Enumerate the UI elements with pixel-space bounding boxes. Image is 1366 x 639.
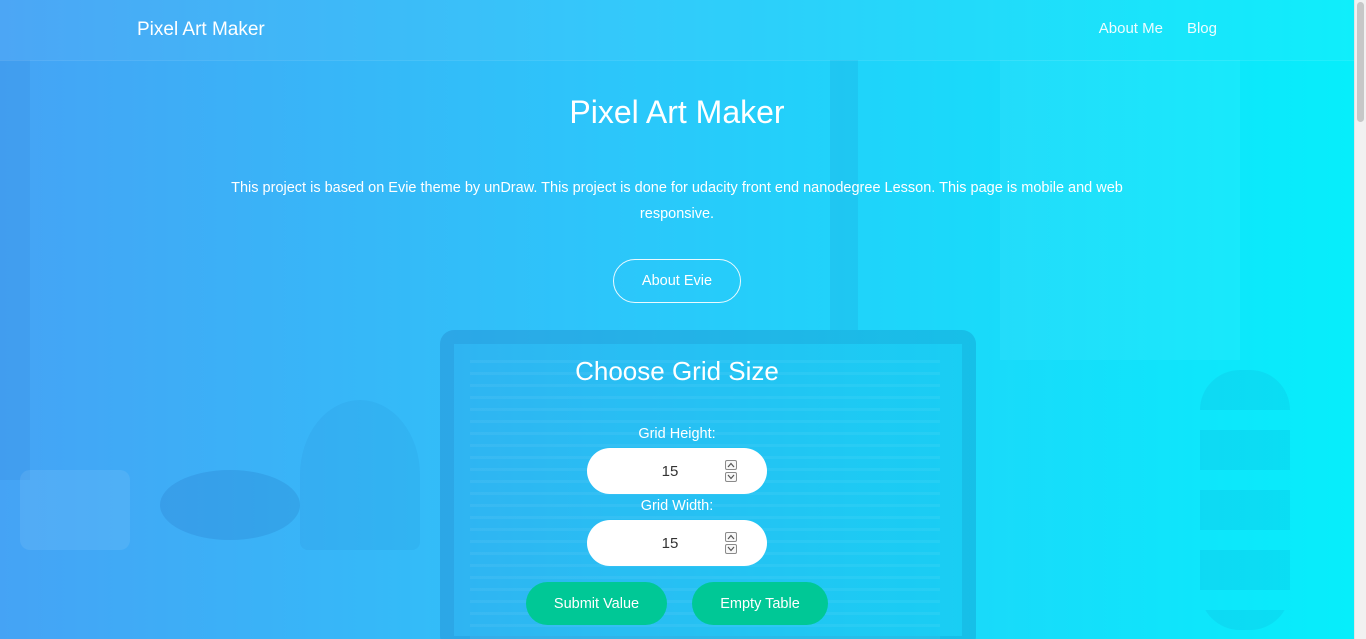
scrollbar-thumb[interactable] (1357, 2, 1364, 122)
empty-table-button[interactable]: Empty Table (692, 582, 828, 625)
brand-link[interactable]: Pixel Art Maker (137, 19, 265, 41)
chevron-up-icon[interactable] (725, 460, 737, 470)
grid-height-label: Grid Height: (638, 426, 716, 442)
nav-links: About Me Blog (1099, 20, 1217, 37)
chevron-down-icon[interactable] (725, 472, 737, 482)
about-evie-button[interactable]: About Evie (613, 259, 741, 303)
page-background: Pixel Art Maker About Me Blog Pixel Art … (0, 0, 1354, 639)
chevron-up-icon[interactable] (725, 532, 737, 542)
grid-height-input[interactable]: 15 (587, 448, 767, 494)
background-plant (300, 400, 420, 550)
grid-width-value[interactable]: 15 (587, 535, 725, 552)
grid-height-value[interactable]: 15 (587, 463, 725, 480)
grid-height-stepper[interactable] (725, 460, 739, 482)
submit-value-button[interactable]: Submit Value (526, 582, 667, 625)
page-title: Pixel Art Maker (569, 94, 785, 130)
hero-description: This project is based on Evie theme by u… (231, 180, 1123, 222)
navbar: Pixel Art Maker About Me Blog (0, 0, 1354, 60)
grid-size-title: Choose Grid Size (575, 356, 779, 386)
grid-width-label: Grid Width: (640, 498, 714, 514)
grid-width-stepper[interactable] (725, 532, 739, 554)
nav-link-blog[interactable]: Blog (1187, 20, 1217, 37)
page-scrollbar[interactable] (1354, 0, 1366, 639)
nav-link-about-me[interactable]: About Me (1099, 20, 1163, 37)
grid-width-input[interactable]: 15 (587, 520, 767, 566)
chevron-down-icon[interactable] (725, 544, 737, 554)
